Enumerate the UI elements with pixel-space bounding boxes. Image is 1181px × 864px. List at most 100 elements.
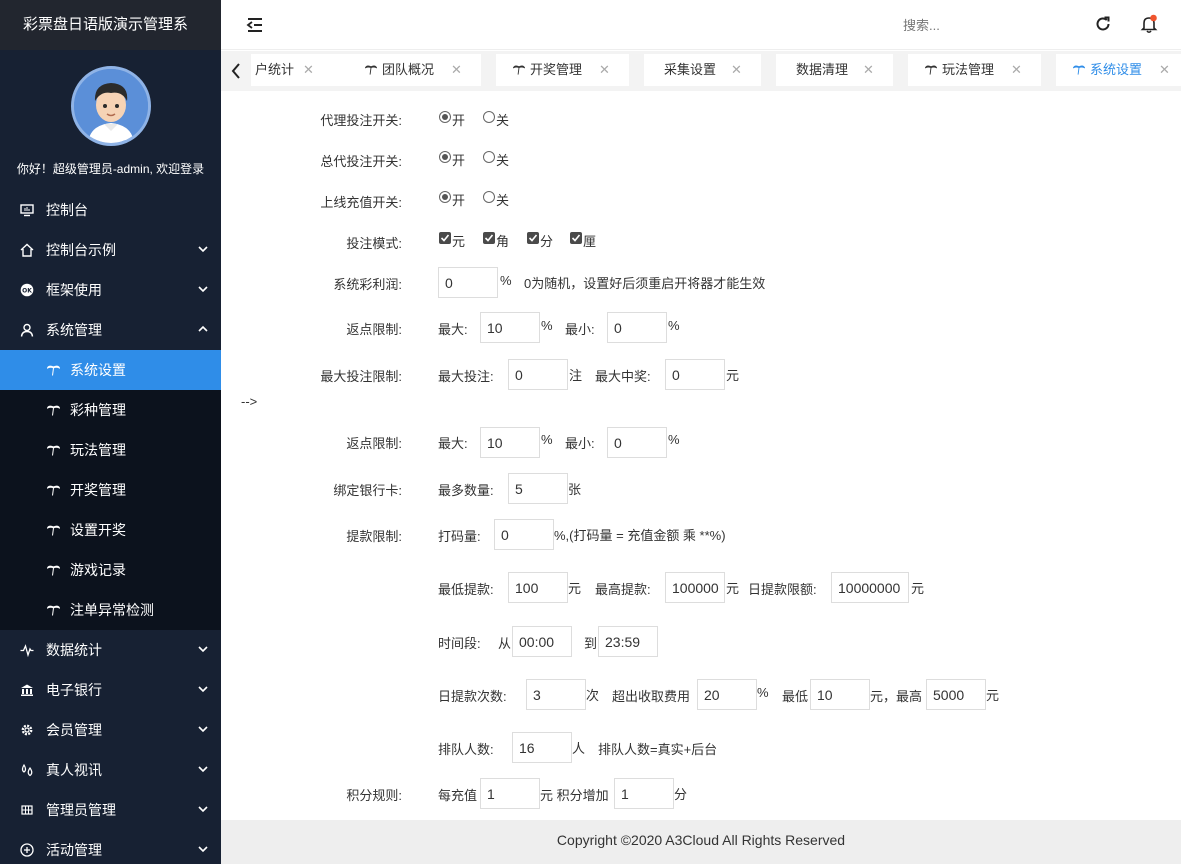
general-agent-bet-on-radio[interactable] <box>439 151 451 163</box>
menu-item-admins[interactable]: 管理员管理 <box>0 790 221 830</box>
tab-collection-settings[interactable]: 采集设置 ✕ <box>644 54 761 86</box>
tab-label: 数据清理 <box>796 62 849 77</box>
bet-mode-label: 投注模式: <box>346 236 402 251</box>
general-agent-bet-off-radio[interactable] <box>483 151 495 163</box>
svg-text:OK: OK <box>22 288 32 295</box>
menu-label: 真人视讯 <box>46 762 102 778</box>
agent-bet-on-radio[interactable] <box>439 111 451 123</box>
max-withdraw-input[interactable] <box>665 572 725 603</box>
fee-min-input[interactable] <box>810 679 870 710</box>
rebate-max-input[interactable] <box>480 312 540 343</box>
online-recharge-on-radio[interactable] <box>439 191 451 203</box>
chevron-down-icon <box>198 286 208 293</box>
close-icon[interactable]: ✕ <box>599 54 610 86</box>
submenu-item-game-records[interactable]: 游戏记录 <box>0 550 221 590</box>
bank-card-count-input[interactable] <box>508 473 568 504</box>
queue-input[interactable] <box>512 732 572 763</box>
search-input[interactable] <box>903 15 1053 35</box>
submenu-item-bet-anomaly[interactable]: 注单异常检测 <box>0 590 221 630</box>
menu-item-live[interactable]: 真人视讯 <box>0 750 221 790</box>
points-per-input[interactable] <box>480 778 540 809</box>
chevron-down-icon <box>198 766 208 773</box>
max-bet-input[interactable] <box>508 359 568 390</box>
menu-item-system[interactable]: 系统管理 <box>0 310 221 350</box>
tab-data-cleanup[interactable]: 数据清理 ✕ <box>776 54 893 86</box>
tab-team-overview[interactable]: 团队概况 ✕ <box>348 54 481 86</box>
bank-icon <box>21 684 33 696</box>
points-rule-label: 积分规则: <box>346 788 402 803</box>
rebate-min-input[interactable] <box>607 312 667 343</box>
max-win-label: 最大中奖: <box>595 369 651 384</box>
brand-title: 彩票盘日语版演示管理系 <box>0 0 221 50</box>
refresh-icon[interactable] <box>1094 15 1112 33</box>
bet-mode-li-checkbox[interactable] <box>570 232 582 244</box>
profit-input[interactable] <box>438 267 498 298</box>
time-to-input[interactable] <box>598 626 658 657</box>
close-icon[interactable]: ✕ <box>731 54 742 86</box>
pulse-icon <box>20 644 34 657</box>
close-icon[interactable]: ✕ <box>1011 54 1022 86</box>
daily-times-input[interactable] <box>526 679 586 710</box>
tab-label: 团队概况 <box>382 62 435 77</box>
bet-mode-jiao-checkbox[interactable] <box>483 232 495 244</box>
code-amount-input[interactable] <box>494 519 554 550</box>
points-add-input[interactable] <box>614 778 674 809</box>
footer-copyright: Copyright ©2020 A3Cloud All Rights Reser… <box>221 820 1181 864</box>
menu-fold-icon[interactable] <box>245 15 265 35</box>
code-amount-label: 打码量: <box>438 529 481 544</box>
tab-play-methods[interactable]: 玩法管理 ✕ <box>908 54 1041 86</box>
queue-unit: 人 <box>572 741 586 756</box>
checkbox-label: 厘 <box>583 234 597 249</box>
close-icon[interactable]: ✕ <box>1159 54 1170 86</box>
rebate2-max-input[interactable] <box>480 427 540 458</box>
percent-unit: % <box>757 685 769 700</box>
menu-item-data-stats[interactable]: 数据统计 <box>0 630 221 670</box>
bank-card-label: 绑定银行卡: <box>333 483 402 498</box>
yuan-unit: 元 <box>726 368 740 383</box>
close-icon[interactable]: ✕ <box>863 54 874 86</box>
submenu-item-lottery-types[interactable]: 彩种管理 <box>0 390 221 430</box>
online-recharge-off-radio[interactable] <box>483 191 495 203</box>
code-amount-hint: %,(打码量 = 充值金额 乘 **%) <box>554 528 726 543</box>
fee-max-input[interactable] <box>926 679 986 710</box>
daily-limit-input[interactable] <box>831 572 909 603</box>
menu-label: 框架使用 <box>46 282 102 298</box>
menu-item-ebank[interactable]: 电子银行 <box>0 670 221 710</box>
fee-input[interactable] <box>697 679 757 710</box>
bet-mode-yuan-checkbox[interactable] <box>439 232 451 244</box>
settings-form: 代理投注开关: 开 关 总代投注开关: 开 关 上线充值开关: 开 关 投注模式… <box>221 91 1181 820</box>
menu-item-activities[interactable]: 活动管理 <box>0 830 221 864</box>
close-icon[interactable]: ✕ <box>303 54 314 86</box>
bell-icon[interactable] <box>1140 14 1158 34</box>
chevron-up-icon <box>198 325 208 332</box>
tab-bar: 户统计 ✕ 团队概况 ✕ 开奖管理 ✕ 采集设置 ✕ 数据清理 ✕ 玩法管理 ✕… <box>221 51 1181 91</box>
withdraw-label: 提款限制: <box>346 529 402 544</box>
monitor-icon <box>20 204 34 217</box>
bet-mode-fen-checkbox[interactable] <box>527 232 539 244</box>
tab-user-stats[interactable]: 户统计 ✕ <box>251 54 351 86</box>
checkbox-label: 元 <box>452 234 466 249</box>
menu-item-members[interactable]: 会员管理 <box>0 710 221 750</box>
chevron-down-icon <box>198 246 208 253</box>
rebate2-min-input[interactable] <box>607 427 667 458</box>
agent-bet-off-radio[interactable] <box>483 111 495 123</box>
submenu-label: 设置开奖 <box>70 522 126 538</box>
tab-draw-management[interactable]: 开奖管理 ✕ <box>496 54 629 86</box>
submenu-item-play-methods[interactable]: 玩法管理 <box>0 430 221 470</box>
close-icon[interactable]: ✕ <box>451 54 462 86</box>
rebate-min-label: 最小: <box>565 322 595 337</box>
submenu-item-draw-management[interactable]: 开奖管理 <box>0 470 221 510</box>
submenu-item-set-draw[interactable]: 设置开奖 <box>0 510 221 550</box>
submenu-item-system-settings[interactable]: 系统设置 <box>0 350 221 390</box>
chevron-left-icon[interactable] <box>221 53 251 89</box>
chevron-down-icon <box>198 646 208 653</box>
tab-system-settings[interactable]: 系统设置 ✕ <box>1056 54 1181 86</box>
profit-hint: 0为随机，设置好后须重启开将器才能生效 <box>524 276 766 291</box>
max-win-input[interactable] <box>665 359 725 390</box>
menu-item-framework[interactable]: OK 框架使用 <box>0 270 221 310</box>
time-from-input[interactable] <box>512 626 572 657</box>
chevron-down-icon <box>198 726 208 733</box>
menu-item-console[interactable]: 控制台 <box>0 190 221 230</box>
menu-item-console-demo[interactable]: 控制台示例 <box>0 230 221 270</box>
min-withdraw-input[interactable] <box>508 572 568 603</box>
